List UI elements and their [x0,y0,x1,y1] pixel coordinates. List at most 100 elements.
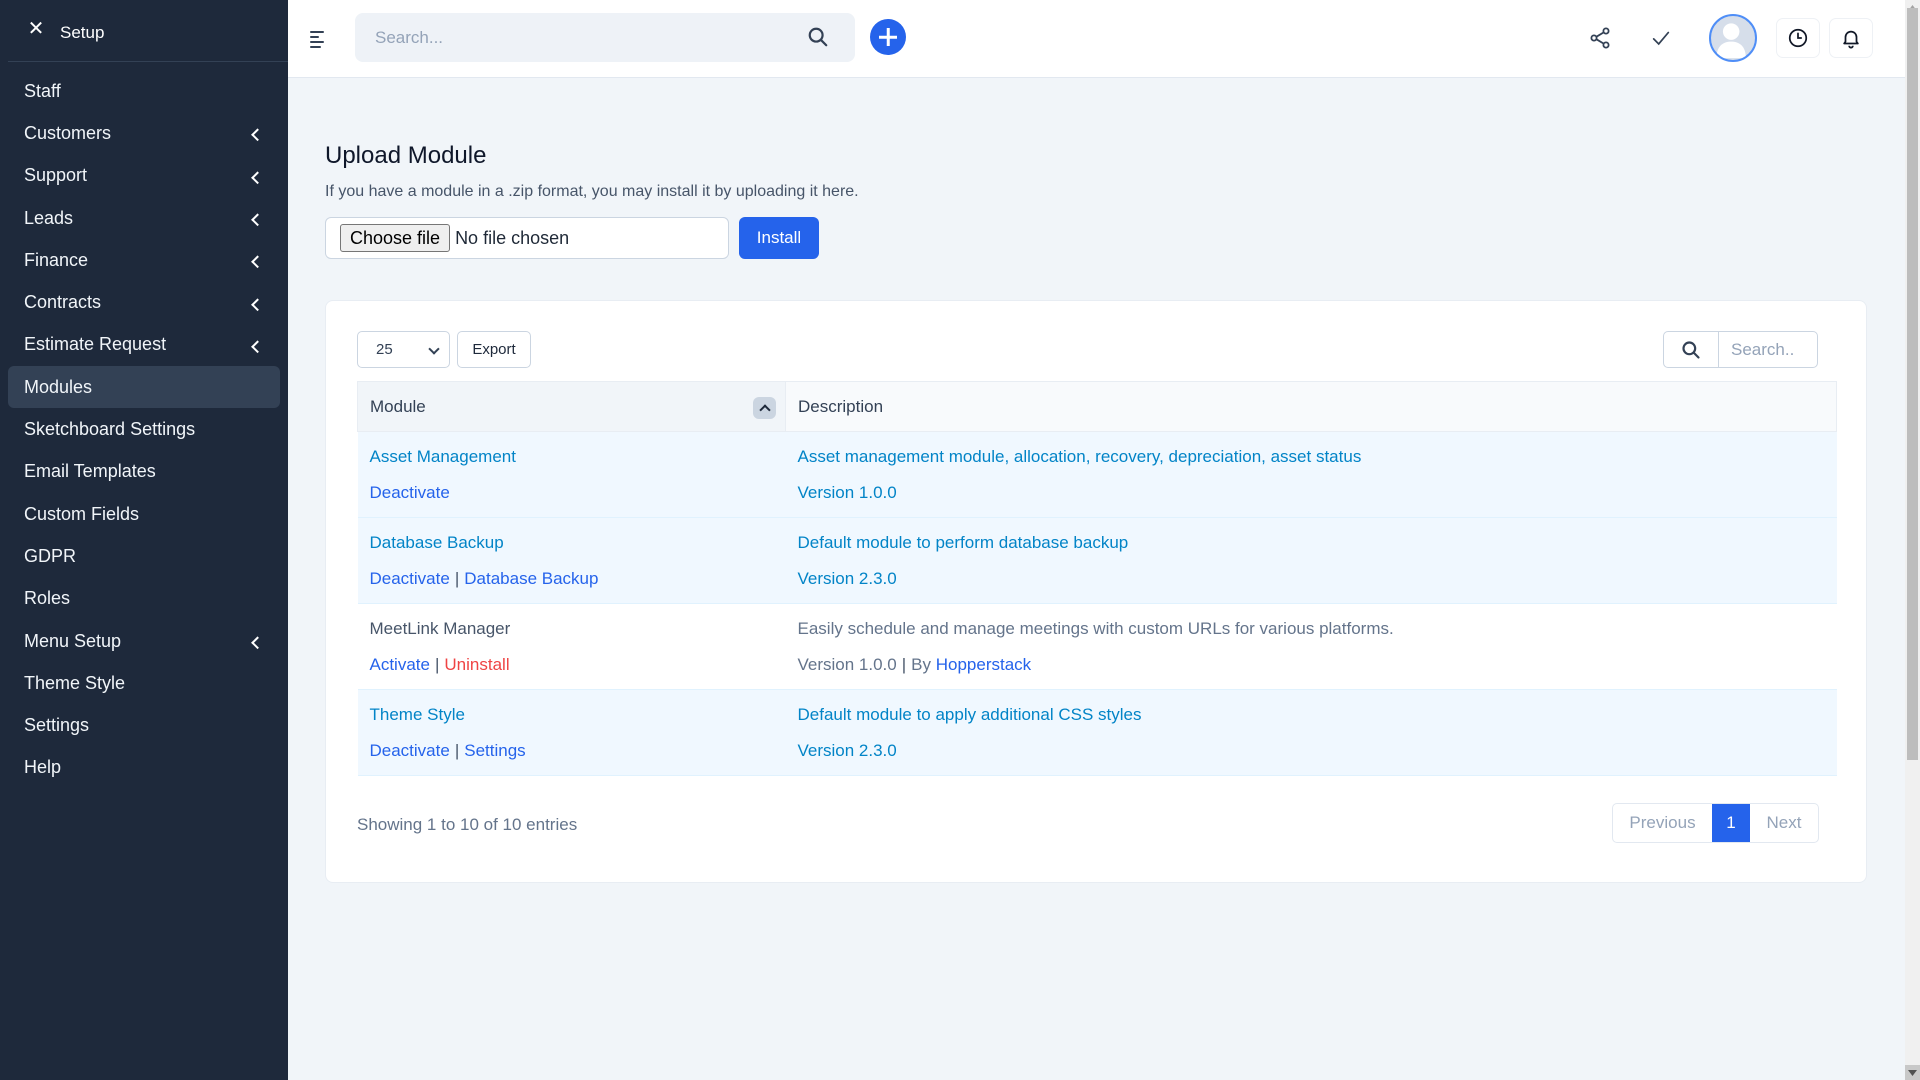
sidebar-item-leads[interactable]: Leads [8,197,280,239]
sidebar-item-staff[interactable]: Staff [8,70,280,112]
quick-add-button[interactable] [870,19,906,55]
action-activate-link[interactable]: Activate [370,655,430,674]
author-link[interactable]: Hopperstack [936,655,1031,674]
bell-icon [1843,30,1859,49]
sidebar-item-label: Customers [24,122,112,143]
action-database-backup-link[interactable]: Database Backup [464,569,598,588]
version-line: Version 1.0.0 | By Hopperstack [798,653,1825,677]
module-name[interactable]: Asset Management [370,447,516,466]
check-icon[interactable] [1650,27,1672,49]
action-settings-link[interactable]: Settings [464,741,525,760]
version-line: Version 2.3.0 [798,739,1825,763]
module-actions: Activate | Uninstall [370,653,774,677]
module-cell: Theme Style Deactivate | Settings [357,689,786,776]
version-line: Version 2.3.0 [798,567,1825,591]
close-icon[interactable]: ✕ [27,19,45,39]
table-row: Asset Management Deactivate Asset manageme… [357,431,1837,518]
page-length-value: 25 [376,341,393,358]
pagination-page-current[interactable]: 1 [1712,804,1750,842]
table-header-row: Module Description [357,381,1837,432]
sidebar-item-label: Staff [24,80,61,101]
global-search-input[interactable] [355,13,795,62]
sidebar-item-label: Settings [24,715,90,736]
column-header-label: Description [798,396,884,416]
pagination-previous[interactable]: Previous [1613,804,1712,842]
file-input[interactable]: Choose file No file chosen [325,217,729,259]
search-icon[interactable] [807,26,829,48]
description-line: Default module to perform database backu… [798,531,1825,555]
timer-button[interactable] [1776,18,1820,58]
sidebar-item-estimate-request[interactable]: Estimate Request [8,324,280,366]
module-cell: Asset Management Deactivate [357,431,786,518]
action-uninstall-link[interactable]: Uninstall [444,655,509,674]
chevron-left-icon [251,213,264,227]
sidebar-item-label: Estimate Request [24,334,167,355]
table-row: MeetLink Manager Activate | Uninstall Easily… [357,603,1837,690]
action-deactivate-link[interactable]: Deactivate [370,741,450,760]
module-name[interactable]: Theme Style [370,705,465,724]
install-button[interactable]: Install [739,217,819,259]
column-header-module[interactable]: Module [357,381,786,432]
page-scrollbar[interactable] [1905,0,1920,1080]
sort-ascending-icon[interactable] [753,397,776,419]
menu-icon[interactable] [310,31,326,48]
sidebar-item-theme-style[interactable]: Theme Style [8,662,280,704]
sidebar-item-email-templates[interactable]: Email Templates [8,451,280,493]
column-header-description[interactable]: Description [785,381,1837,432]
action-deactivate-link[interactable]: Deactivate [370,569,450,588]
sidebar-item-gdpr[interactable]: GDPR [8,535,280,577]
sidebar-item-menu-setup[interactable]: Menu Setup [8,620,280,662]
sidebar-item-label: Modules [24,376,93,397]
sidebar-item-help[interactable]: Help [8,747,280,789]
module-name-line: Database Backup [370,531,774,555]
pagination-next[interactable]: Next [1750,804,1818,842]
sidebar-item-label: Sketchboard Settings [24,419,196,440]
description-cell: Default module to perform database backu… [785,517,1837,604]
description-cell: Default module to apply additional CSS s… [785,689,1837,776]
table-search-input[interactable] [1719,332,1817,367]
scrollbar-thumb[interactable] [1907,8,1918,760]
clock-icon [1788,28,1808,48]
module-name-line: MeetLink Manager [370,617,774,641]
sidebar-item-sketchboard-settings[interactable]: Sketchboard Settings [8,408,280,450]
notifications-button[interactable] [1829,18,1873,58]
module-cell: Database Backup Deactivate | Database Backu… [357,517,786,604]
sidebar-item-settings[interactable]: Settings [8,704,280,746]
separator: | [434,655,440,674]
chevron-left-icon [251,636,264,650]
sidebar: ✕ Setup Staff Customers Support Leads Financ… [0,0,288,1080]
separator: | [454,741,460,760]
scroll-down-arrow-icon[interactable] [1905,1065,1920,1080]
module-name[interactable]: Database Backup [370,533,504,552]
entries-info: Showing 1 to 10 of 10 entries [357,815,578,834]
module-version: Version 2.3.0 [797,741,897,760]
sidebar-item-roles[interactable]: Roles [8,578,280,620]
table-body: Asset Management Deactivate Asset manageme… [357,431,1837,776]
action-deactivate-link[interactable]: Deactivate [370,483,450,502]
share-icon[interactable] [1588,26,1612,50]
sidebar-item-custom-fields[interactable]: Custom Fields [8,493,280,535]
sidebar-item-contracts[interactable]: Contracts [8,281,280,323]
module-actions: Deactivate | Settings [370,739,774,763]
table-row: Database Backup Deactivate | Database Backu… [357,517,1837,604]
upload-instructions: If you have a module in a .zip format, y… [325,183,859,200]
sidebar-item-support[interactable]: Support [8,155,280,197]
sidebar-item-label: Leads [24,207,74,228]
table-search-button[interactable] [1664,332,1719,367]
chevron-left-icon [251,298,264,311]
sidebar-item-finance[interactable]: Finance [8,239,280,281]
sidebar-item-label: Theme Style [24,672,126,693]
sidebar-item-label: Menu Setup [24,630,122,651]
module-name-line: Theme Style [370,703,774,727]
export-button[interactable]: Export [457,331,531,368]
page-length-select[interactable]: 25 [357,331,450,368]
sidebar-item-customers[interactable]: Customers [8,112,280,154]
sidebar-item-label: Finance [24,249,89,270]
description-line: Easily schedule and manage meetings with… [798,617,1825,641]
author-prefix: By [911,655,932,674]
sidebar-item-modules[interactable]: Modules [8,366,280,409]
choose-file-button[interactable]: Choose file [340,224,451,252]
sidebar-item-label: Help [24,757,62,778]
module-version: Version 2.3.0 [797,569,897,588]
avatar[interactable] [1709,14,1757,62]
